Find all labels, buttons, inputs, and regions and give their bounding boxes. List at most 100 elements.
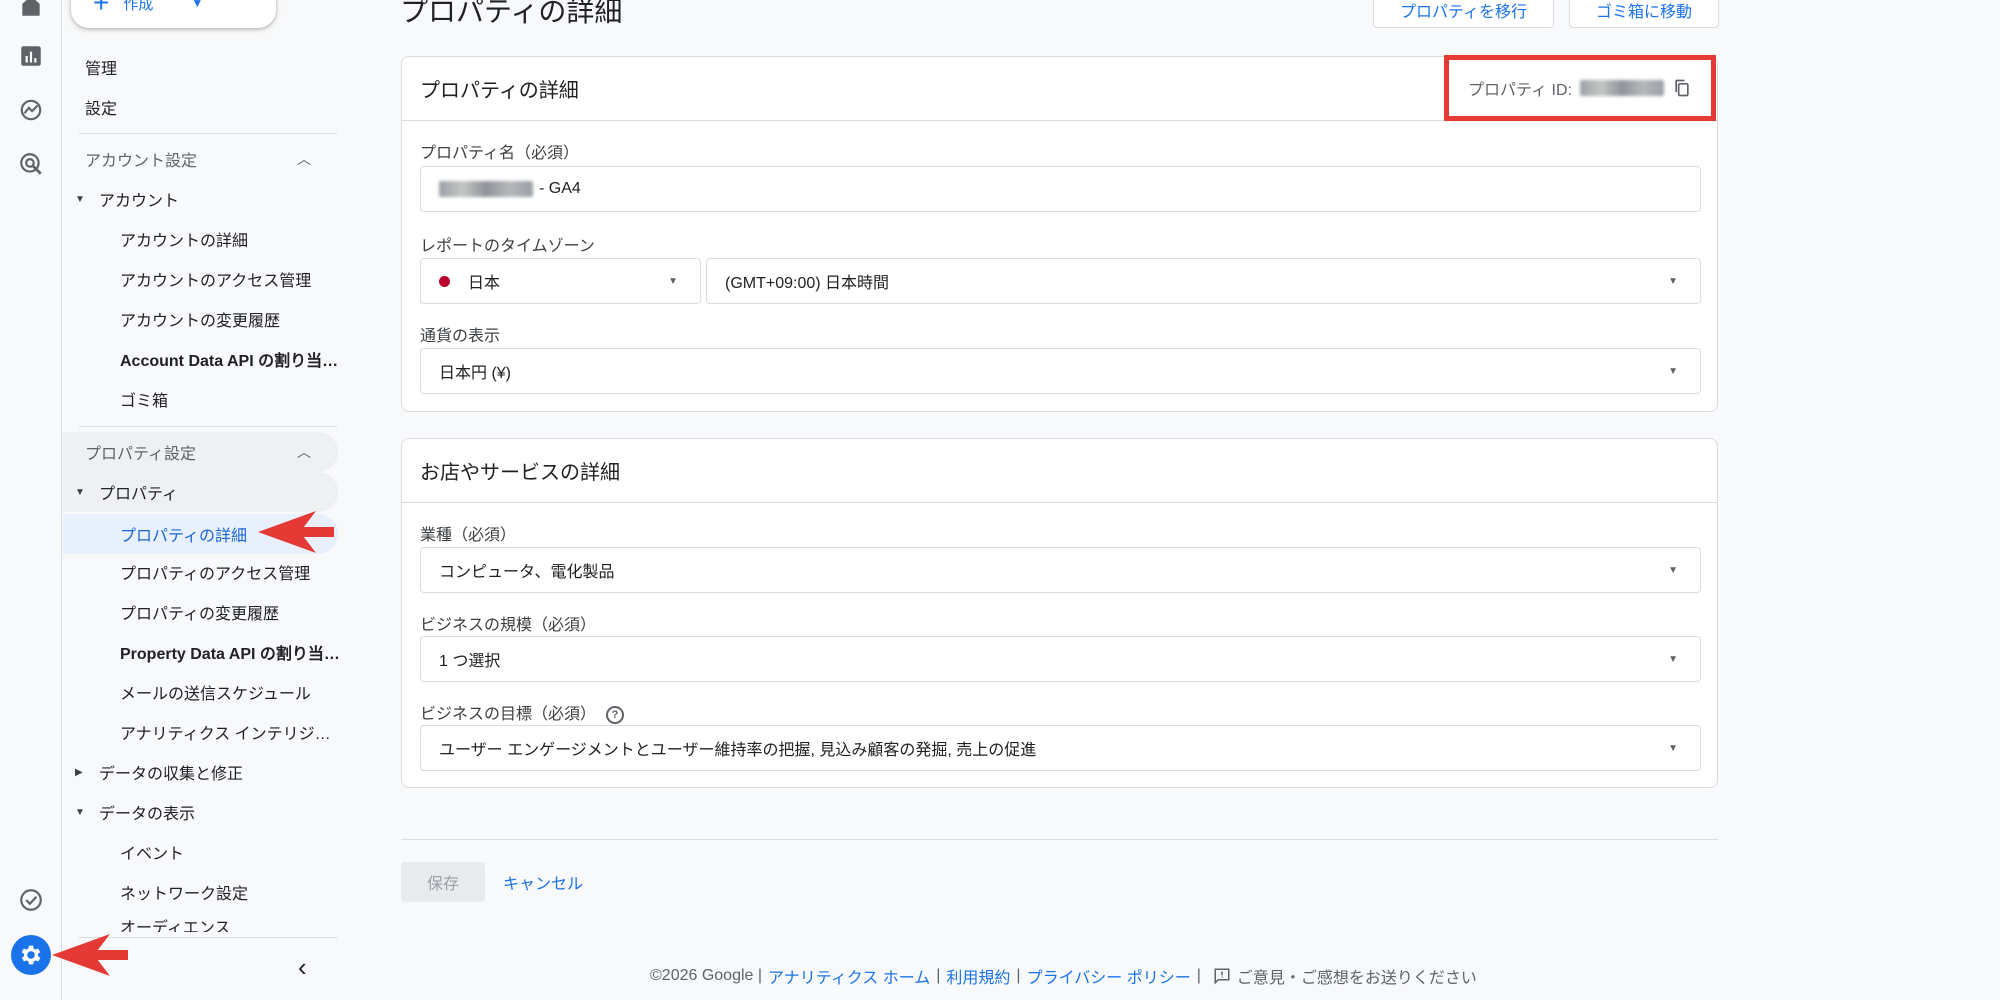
terms-link[interactable]: 利用規約 [946, 964, 1010, 988]
dropdown-arrow-icon: ▼ [1668, 653, 1678, 665]
dropdown-arrow-icon: ▼ [1668, 742, 1678, 754]
dropdown-arrow-icon: ▼ [1668, 365, 1678, 377]
nav-network-settings[interactable]: ネットワーク設定 [120, 874, 340, 910]
icon-rail [0, 0, 62, 1000]
nav-property-history[interactable]: プロパティの変更履歴 [120, 594, 340, 630]
property-id-label: プロパティ ID: [1468, 82, 1572, 99]
separator: | [1196, 967, 1201, 984]
nav-data-display-label: データの表示 [99, 806, 196, 823]
currency-select[interactable]: 日本円 (¥) ▼ [420, 348, 1701, 394]
nav-account-trash[interactable]: ゴミ箱 [120, 381, 340, 417]
business-size-label: ビジネスの規模（必須） [420, 617, 597, 634]
collapse-sidebar-icon[interactable]: ‹ [298, 952, 307, 983]
section-property-label: プロパティ設定 [85, 446, 197, 463]
red-arrow-annotation [52, 934, 128, 976]
migrate-property-button[interactable]: プロパティを移行 [1373, 0, 1555, 28]
divider [79, 426, 337, 427]
industry-value: コンピュータ、電化製品 [439, 564, 615, 581]
nav-data-display[interactable]: ▼ データの表示 [75, 794, 195, 830]
business-details-card: お店やサービスの詳細 業種（必須） コンピュータ、電化製品 ▼ ビジネスの規模（… [401, 438, 1718, 788]
japan-flag-icon [439, 275, 450, 287]
property-name-label: プロパティ名（必須） [420, 145, 580, 162]
business-goal-select[interactable]: ユーザー エンゲージメントとユーザー維持率の把握, 見込み顧客の発掘, 売上の促… [420, 725, 1701, 771]
property-details-card: プロパティの詳細 プロパティ ID: プロパティ名（必須） - GA4 レポート… [401, 55, 1718, 412]
nav-analytics-intelligence[interactable]: アナリティクス インテリジ… [120, 714, 340, 750]
nav-account-details[interactable]: アカウントの詳細 [120, 221, 340, 257]
triangle-right-icon: ▶ [75, 766, 83, 778]
dropdown-arrow-icon: ▼ [668, 275, 678, 287]
dropdown-arrow-icon: ▼ [1668, 564, 1678, 576]
explore-icon[interactable] [17, 96, 45, 124]
plus-icon: + [93, 0, 110, 18]
business-goal-label-row: ビジネスの目標（必須）? [420, 700, 625, 724]
property-id-box: プロパティ ID: [1444, 55, 1716, 121]
nav-events[interactable]: イベント [120, 834, 340, 870]
help-icon[interactable]: ? [606, 705, 625, 724]
copy-icon[interactable] [1672, 78, 1692, 98]
property-name-suffix: - GA4 [539, 180, 581, 197]
divider [401, 839, 1718, 840]
property-name-input[interactable]: - GA4 [420, 166, 1701, 212]
gear-icon[interactable] [11, 935, 51, 975]
create-label: 作成 [123, 0, 154, 13]
currency-value: 日本円 (¥) [439, 365, 512, 382]
industry-select[interactable]: コンピュータ、電化製品 ▼ [420, 547, 1701, 593]
country-value: 日本 [468, 275, 501, 292]
nav-account-history[interactable]: アカウントの変更履歴 [120, 301, 340, 337]
timezone-value: (GMT+09:00) 日本時間 [725, 275, 890, 292]
currency-label: 通貨の表示 [420, 328, 501, 345]
home-icon[interactable] [17, 0, 45, 20]
nav-account-data-api[interactable]: Account Data API の割り当… [120, 341, 340, 377]
timezone-select[interactable]: (GMT+09:00) 日本時間 ▼ [706, 258, 1701, 304]
nav-settings[interactable]: 設定 [85, 89, 117, 125]
checklist-icon[interactable] [17, 886, 45, 914]
settings-sidebar: + 作成 ▼ 管理 設定 アカウント設定 ︿ ▼ アカウント アカウントの詳細 … [63, 0, 340, 1000]
caret-down-icon: ▼ [191, 0, 204, 10]
business-size-value: 1 つ選択 [439, 653, 501, 670]
nav-account-label: アカウント [99, 193, 180, 210]
dropdown-arrow-icon: ▼ [1668, 275, 1678, 287]
section-account-settings[interactable]: アカウント設定 ︿ [85, 141, 325, 177]
nav-manage[interactable]: 管理 [85, 49, 117, 85]
country-select[interactable]: 日本 ▼ [420, 258, 701, 304]
triangle-down-icon: ▼ [75, 806, 85, 818]
nav-account[interactable]: ▼ アカウント [75, 181, 179, 217]
cancel-button[interactable]: キャンセル [503, 862, 583, 902]
nav-property-data-api[interactable]: Property Data API の割り当… [120, 634, 340, 670]
business-goal-label: ビジネスの目標（必須） [420, 706, 597, 723]
feedback-icon[interactable] [1213, 967, 1231, 985]
nav-data-collection[interactable]: ▶ データの収集と修正 [75, 754, 243, 790]
section-account-label: アカウント設定 [85, 153, 198, 170]
red-arrow-annotation [258, 511, 334, 553]
separator: | [1016, 967, 1021, 984]
nav-data-collection-label: データの収集と修正 [99, 766, 244, 783]
nav-account-access[interactable]: アカウントのアクセス管理 [120, 261, 340, 297]
nav-audiences[interactable]: オーディエンス [120, 914, 340, 932]
page-title: プロパティの詳細 [400, 0, 623, 27]
move-to-trash-button[interactable]: ゴミ箱に移動 [1569, 0, 1720, 28]
business-size-select[interactable]: 1 つ選択 ▼ [420, 636, 1701, 682]
divider [79, 133, 337, 134]
copyright: ©2026 Google | [650, 967, 763, 984]
reports-icon[interactable] [17, 42, 45, 70]
nav-property-access[interactable]: プロパティのアクセス管理 [120, 554, 340, 590]
save-button[interactable]: 保存 [401, 862, 485, 902]
triangle-down-icon: ▼ [75, 193, 85, 205]
advertising-icon[interactable] [17, 150, 45, 178]
chevron-up-icon: ︿ [297, 444, 311, 460]
industry-label: 業種（必須） [420, 527, 517, 544]
privacy-link[interactable]: プライバシー ポリシー [1027, 964, 1191, 988]
triangle-down-icon: ▼ [75, 486, 85, 498]
card-title: お店やサービスの詳細 [402, 439, 1717, 503]
feedback-link[interactable]: ご意見・ご感想をお送りください [1237, 964, 1477, 988]
business-goal-value: ユーザー エンゲージメントとユーザー維持率の把握, 見込み顧客の発掘, 売上の促… [439, 742, 1037, 759]
analytics-home-link[interactable]: アナリティクス ホーム [768, 964, 930, 988]
section-property-settings[interactable]: プロパティ設定 ︿ [85, 434, 325, 470]
nav-email-schedule[interactable]: メールの送信スケジュール [120, 674, 340, 710]
footer: ©2026 Google | アナリティクス ホーム | 利用規約 | プライバシー… [650, 964, 1477, 988]
nav-property[interactable]: ▼ プロパティ [75, 474, 178, 510]
property-id-value-redacted [1579, 80, 1664, 96]
separator: | [936, 967, 941, 984]
create-button[interactable]: + 作成 ▼ [71, 0, 276, 28]
chevron-up-icon: ︿ [297, 151, 311, 167]
